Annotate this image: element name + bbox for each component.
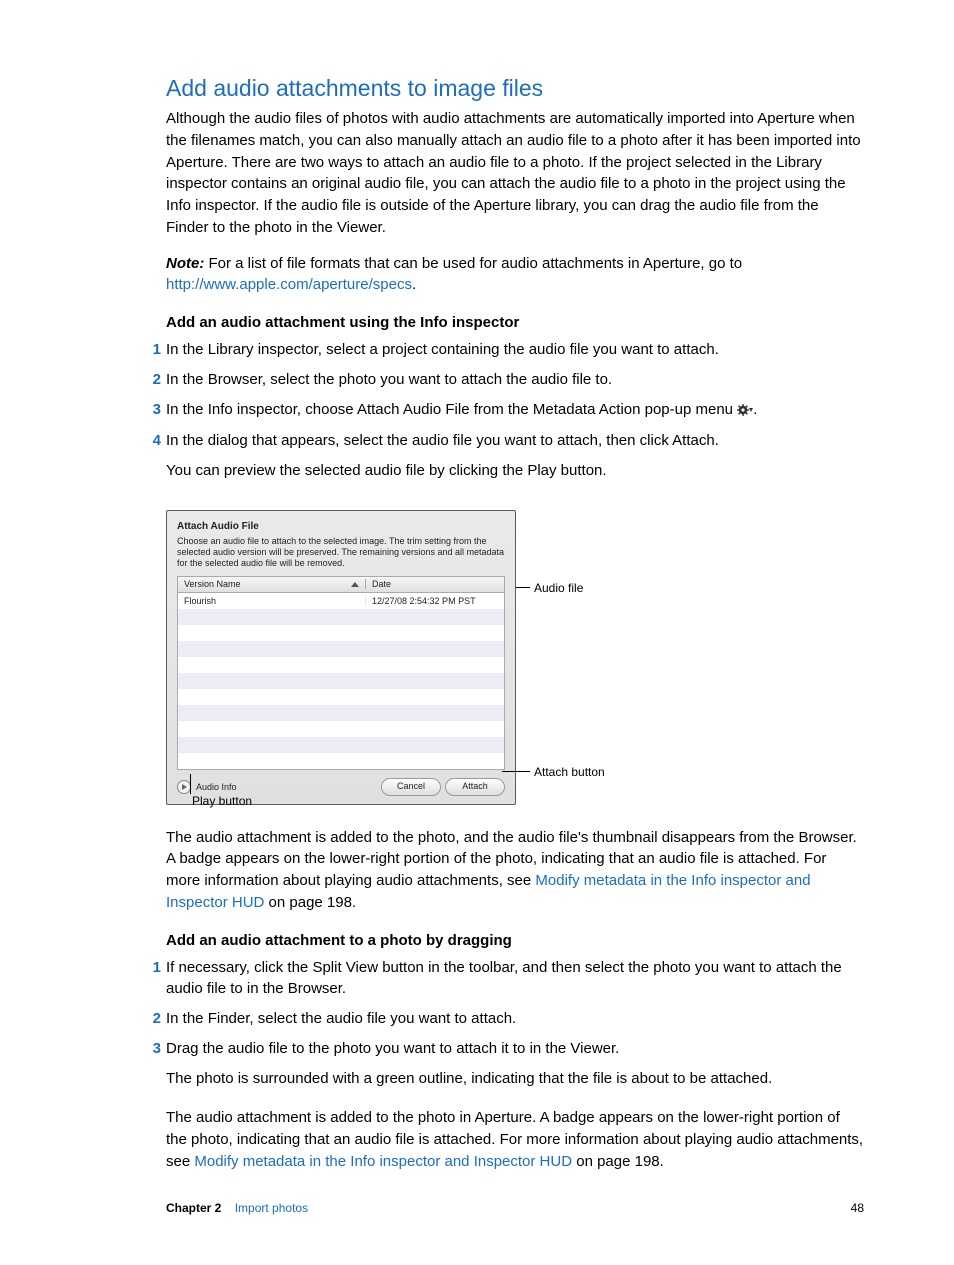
table-row [178, 721, 504, 737]
column-version-name[interactable]: Version Name [178, 579, 366, 589]
dialog-buttons: Cancel Attach [381, 778, 505, 796]
table-row [178, 753, 504, 769]
subhead-info-inspector: Add an audio attachment using the Info i… [166, 314, 864, 331]
gear-icon [737, 401, 753, 423]
page-title: Add audio attachments to image files [166, 75, 864, 102]
callout-audio-file: Audio file [516, 582, 696, 594]
audio-info-label: Audio Info [196, 782, 237, 792]
dialog-description: Choose an audio file to attach to the se… [177, 536, 505, 570]
chapter-name: Import photos [235, 1201, 308, 1215]
column-date[interactable]: Date [366, 579, 504, 589]
step-text: In the Library inspector, select a proje… [166, 341, 719, 358]
step-1: 1 If necessary, click the Split View but… [166, 953, 864, 1005]
step-note: You can preview the selected audio file … [166, 460, 864, 482]
step-4: 4 In the dialog that appears, select the… [166, 426, 864, 500]
cell-date: 12/27/08 2:54:32 PM PST [366, 596, 504, 606]
callout-attach-button: Attach button [502, 766, 682, 778]
outcome-post: on page 198. [264, 894, 356, 911]
step-text: In the dialog that appears, select the a… [166, 432, 719, 449]
step-text: Drag the audio file to the photo you wan… [166, 1040, 619, 1057]
cell-version-name: Flourish [178, 596, 366, 606]
step-text: In the Finder, select the audio file you… [166, 1010, 516, 1027]
callout-line [190, 774, 191, 794]
step-2: 2 In the Finder, select the audio file y… [166, 1004, 864, 1034]
step-number: 2 [143, 1008, 161, 1030]
note-label: Note: [166, 255, 204, 272]
table-row [178, 625, 504, 641]
step-number: 4 [143, 430, 161, 452]
column-label: Version Name [184, 579, 241, 589]
specs-link[interactable]: http://www.apple.com/aperture/specs [166, 276, 412, 293]
cancel-button[interactable]: Cancel [381, 778, 441, 796]
table-row [178, 657, 504, 673]
step-text: If necessary, click the Split View butto… [166, 959, 842, 998]
table-row [178, 737, 504, 753]
modify-metadata-link-2[interactable]: Modify metadata in the Info inspector an… [194, 1153, 572, 1170]
step-3: 3 In the Info inspector, choose Attach A… [166, 395, 864, 427]
step-number: 1 [143, 957, 161, 979]
callout-label: Attach button [534, 766, 605, 778]
subhead-dragging: Add an audio attachment to a photo by dr… [166, 932, 864, 949]
steps-dragging: 1 If necessary, click the Split View but… [166, 953, 864, 1108]
play-icon [182, 784, 187, 790]
callout-label: Audio file [534, 582, 583, 594]
chapter-label: Chapter 2 [166, 1201, 221, 1215]
page-number: 48 [851, 1201, 864, 1215]
note-body-b: . [412, 276, 416, 293]
attach-button[interactable]: Attach [445, 778, 505, 796]
step-number: 3 [143, 399, 161, 421]
step-number: 2 [143, 369, 161, 391]
table-row [178, 705, 504, 721]
dialog-footer: Audio Info Cancel Attach [177, 770, 505, 796]
table-row [178, 689, 504, 705]
table-row[interactable]: Flourish 12/27/08 2:54:32 PM PST [178, 593, 504, 609]
step-text-pre: In the Info inspector, choose Attach Aud… [166, 401, 737, 418]
note-paragraph: Note: For a list of file formats that ca… [166, 253, 864, 297]
step-2: 2 In the Browser, select the photo you w… [166, 365, 864, 395]
step-text: In the Browser, select the photo you wan… [166, 371, 612, 388]
table-row [178, 641, 504, 657]
step-3: 3 Drag the audio file to the photo you w… [166, 1034, 864, 1108]
attach-audio-dialog: Attach Audio File Choose an audio file t… [166, 510, 516, 805]
play-button[interactable] [177, 780, 191, 794]
page: Add audio attachments to image files Alt… [0, 0, 954, 1265]
page-footer: Chapter 2 Import photos 48 [166, 1201, 864, 1215]
step-text-post: . [753, 401, 757, 418]
table-row [178, 673, 504, 689]
outcome-post: on page 198. [572, 1153, 664, 1170]
step-number: 3 [143, 1038, 161, 1060]
sort-ascending-icon [351, 582, 359, 587]
footer-left: Chapter 2 Import photos [166, 1201, 308, 1215]
outcome-b: The audio attachment is added to the pho… [166, 1107, 864, 1172]
callout-play-button: Play button [192, 794, 252, 808]
note-body-a: For a list of file formats that can be u… [204, 255, 742, 272]
outcome-a: The audio attachment is added to the pho… [166, 827, 864, 914]
step-note: The photo is surrounded with a green out… [166, 1068, 864, 1090]
steps-info-inspector: 1 In the Library inspector, select a pro… [166, 335, 864, 500]
attach-audio-figure: Attach Audio File Choose an audio file t… [166, 510, 766, 805]
audio-preview: Audio Info [177, 780, 237, 794]
step-number: 1 [143, 339, 161, 361]
dialog-title: Attach Audio File [177, 521, 505, 532]
intro-paragraph: Although the audio files of photos with … [166, 108, 864, 239]
file-list: Flourish 12/27/08 2:54:32 PM PST [177, 593, 505, 770]
step-1: 1 In the Library inspector, select a pro… [166, 335, 864, 365]
list-header: Version Name Date [177, 576, 505, 593]
table-row [178, 609, 504, 625]
